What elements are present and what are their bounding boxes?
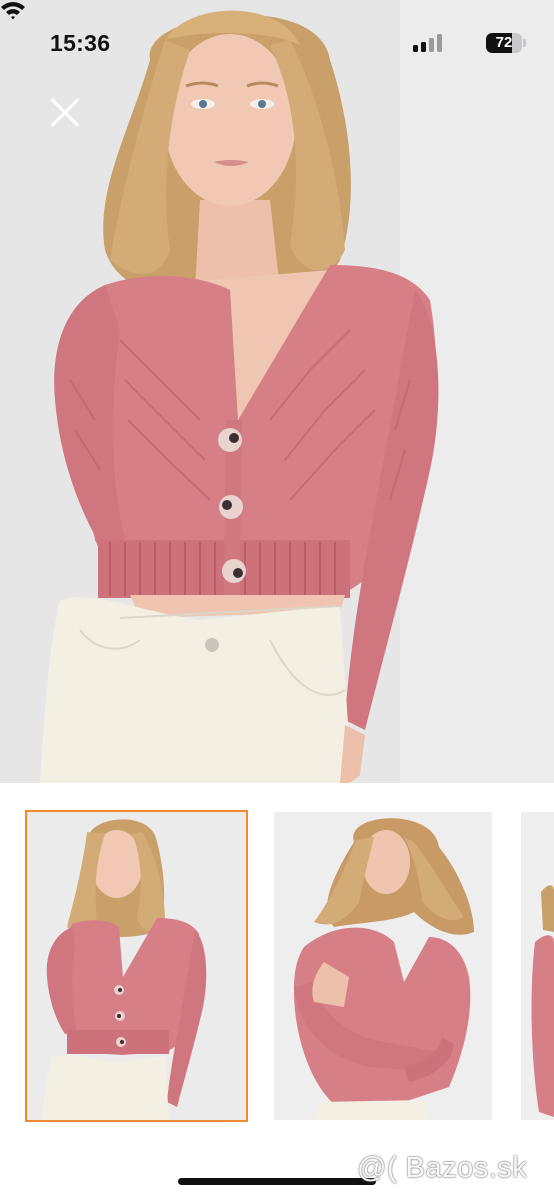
battery-icon: 72 bbox=[486, 33, 522, 53]
close-icon[interactable] bbox=[48, 96, 82, 130]
battery-level: 72 bbox=[495, 34, 513, 51]
thumbnail-2[interactable] bbox=[274, 812, 492, 1120]
product-photo[interactable]: 15:36 72 bbox=[0, 0, 554, 783]
thumbnail-3-partial[interactable] bbox=[521, 812, 554, 1120]
status-time: 15:36 bbox=[50, 30, 111, 56]
thumbnail-3-image bbox=[521, 812, 554, 1120]
watermark: @( Bazos.sk bbox=[357, 1152, 528, 1184]
wifi-icon bbox=[1, 2, 25, 20]
thumbnail-2-image bbox=[274, 812, 492, 1120]
battery-cap bbox=[523, 39, 526, 47]
product-photo-illustration bbox=[0, 0, 554, 783]
thumbnail-1-image bbox=[27, 812, 246, 1120]
thumbnail-1-selected[interactable] bbox=[25, 810, 248, 1122]
cellular-signal-icon bbox=[413, 34, 443, 52]
home-indicator[interactable] bbox=[178, 1178, 376, 1185]
